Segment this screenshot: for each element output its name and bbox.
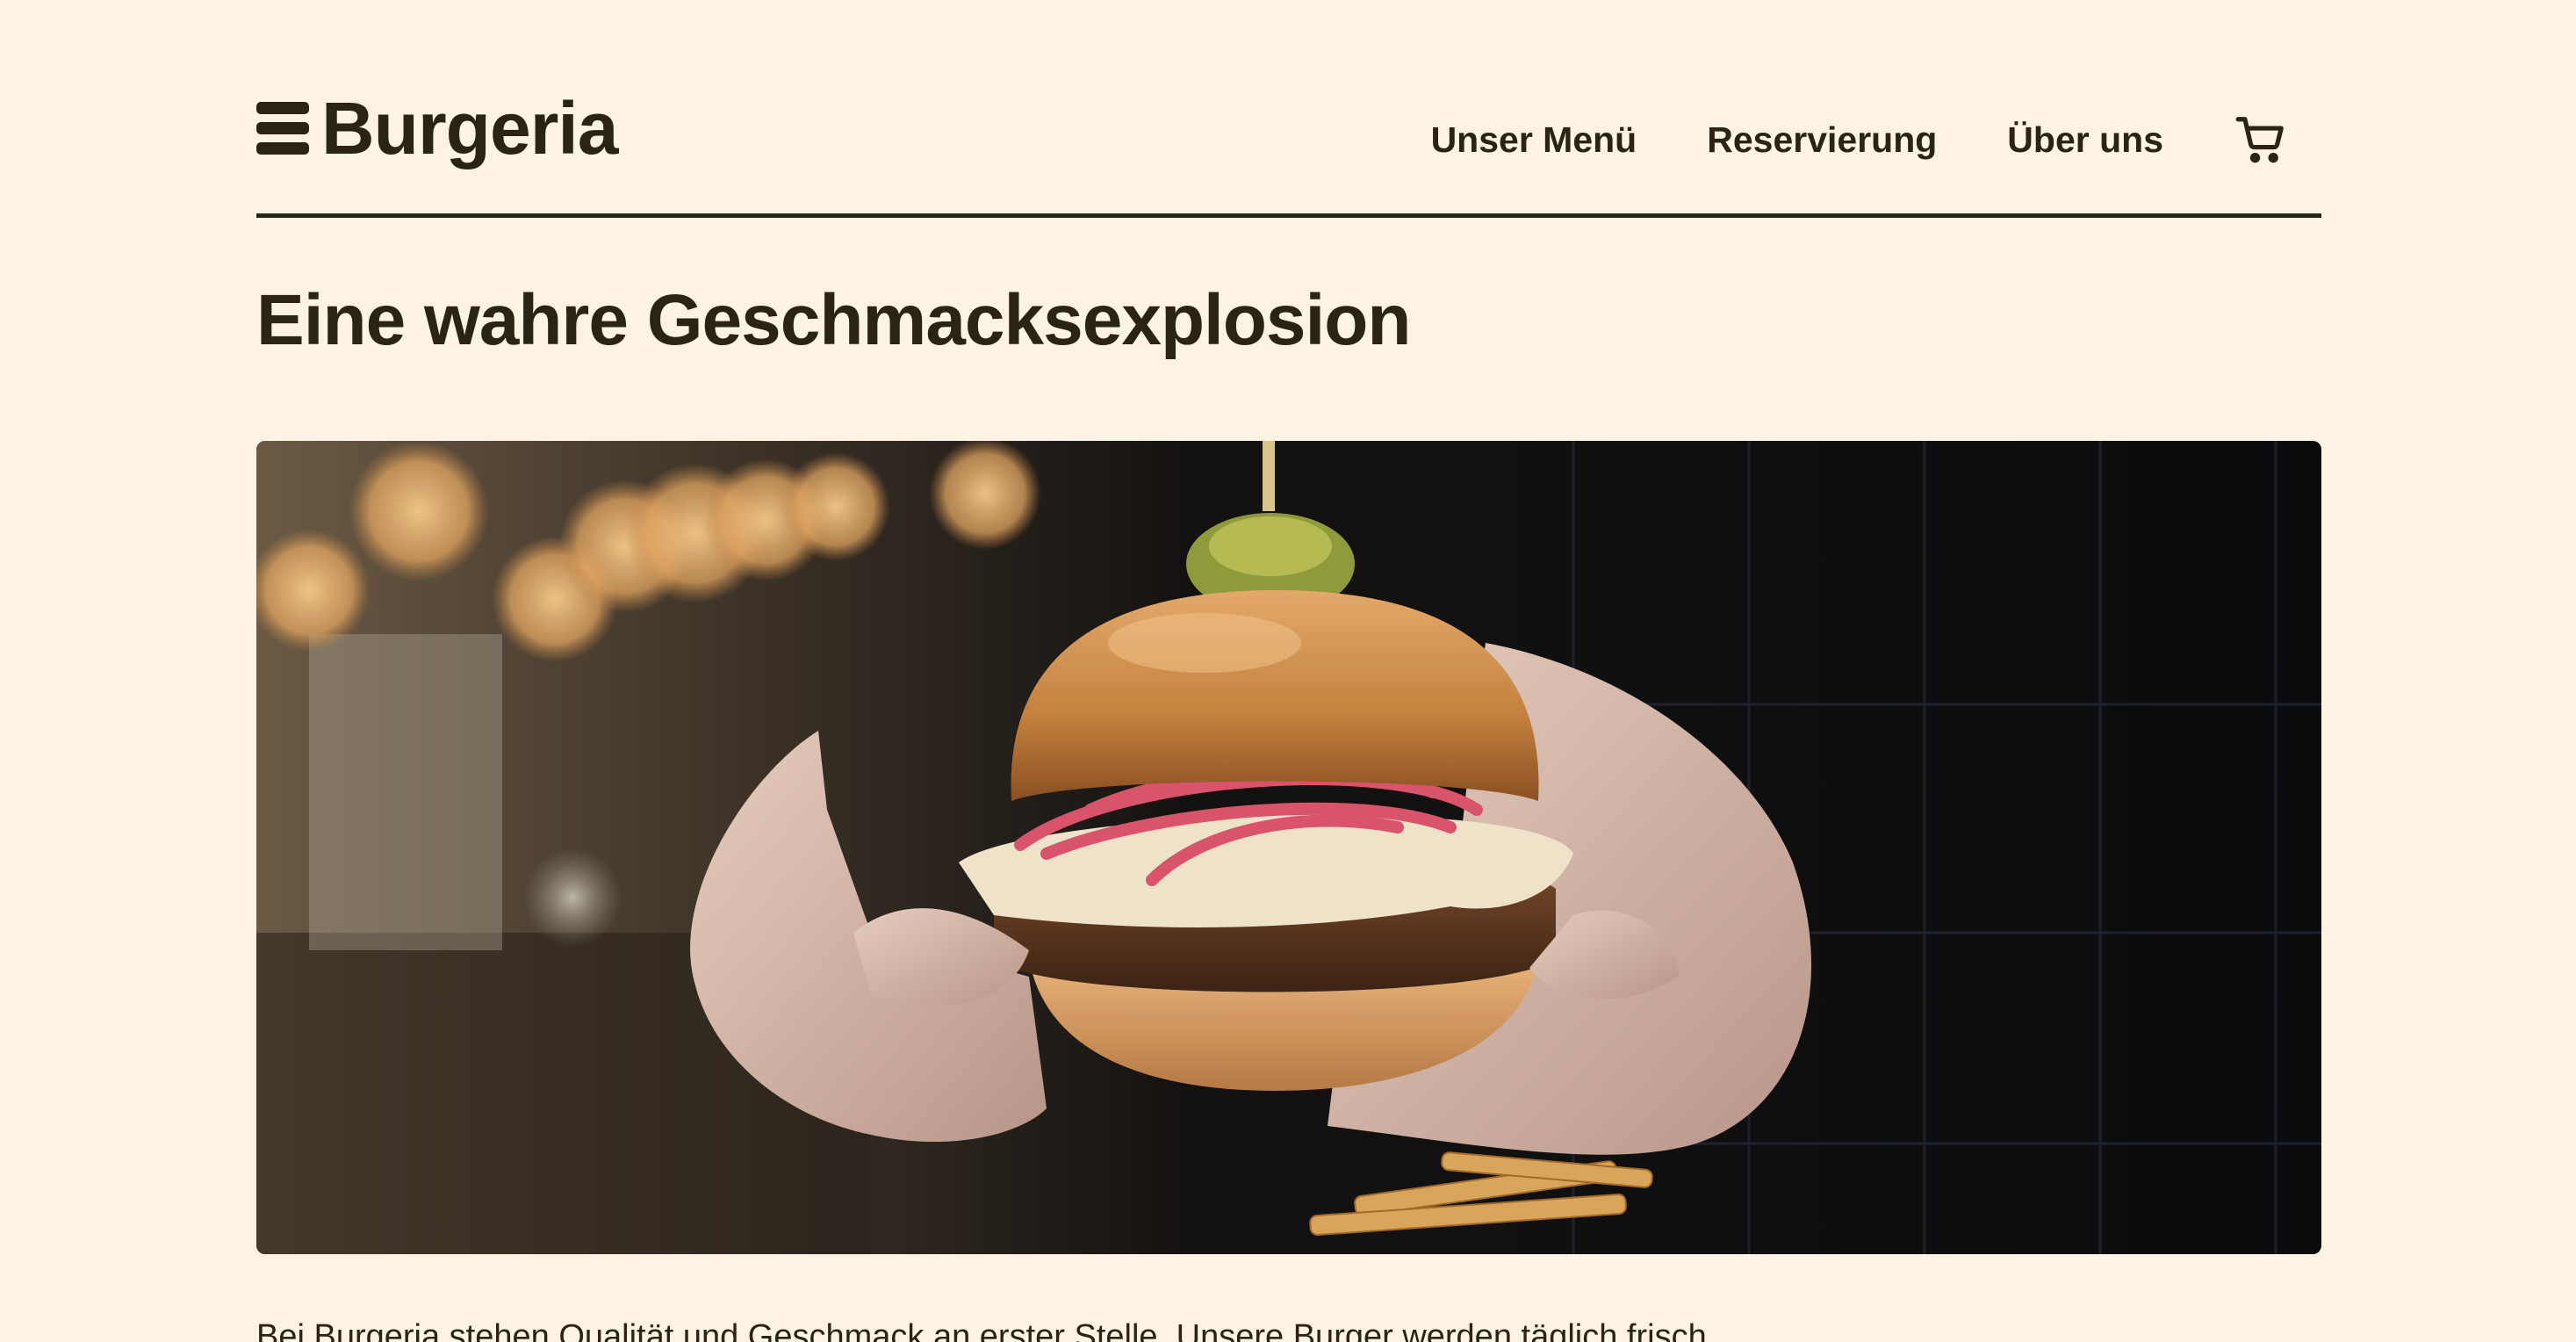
nav-link-about[interactable]: Über uns [2007,121,2163,158]
logo-icon [256,102,309,155]
brand-name: Burgeria [321,87,618,170]
page-title: Eine wahre Geschmacksexplosion [256,280,1411,360]
page: Burgeria Unser Menü Reservierung Über un… [0,0,2576,1342]
nav-link-menu[interactable]: Unser Menü [1431,121,1637,158]
logo-link[interactable]: Burgeria [256,87,618,170]
main-nav: Unser Menü Reservierung Über uns [1431,112,2288,167]
hero-image [256,441,2321,1254]
shopping-cart-icon [2235,117,2284,163]
nav-link-reservation[interactable]: Reservierung [1707,121,1937,158]
cart-button[interactable] [2234,112,2288,167]
intro-text: Bei Burgeria stehen Qualität und Geschma… [256,1318,1707,1342]
site-header: Burgeria Unser Menü Reservierung Über un… [256,88,2321,218]
